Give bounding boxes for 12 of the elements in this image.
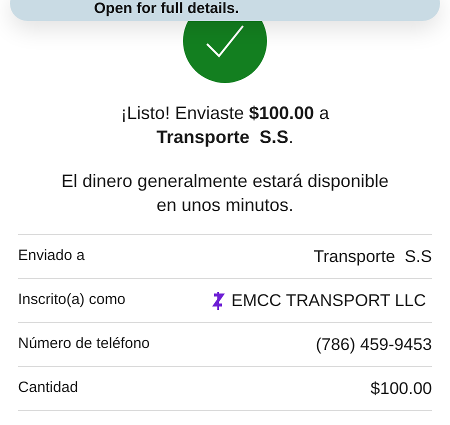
detail-label: Enviado a — [18, 246, 85, 266]
detail-label: Número de teléfono — [18, 334, 150, 354]
detail-value: $100.00 — [370, 378, 432, 400]
success-message: ¡Listo! Enviaste $100.00 a Transporte S.S. — [120, 102, 330, 149]
detail-label: Cantidad — [18, 378, 78, 398]
availability-note: El dinero generalmente estará disponible en unos minutos. — [60, 170, 390, 217]
notification-text: Open for full details. — [94, 1, 240, 16]
detail-value: Transporte S.S — [314, 246, 432, 268]
notification-banner[interactable]: Open for full details. — [10, 0, 440, 21]
detail-value: EMCC TRANSPORT LLC — [231, 290, 426, 312]
detail-label: Inscrito(a) como — [18, 290, 126, 310]
detail-value: (786) 459-9453 — [316, 334, 432, 356]
